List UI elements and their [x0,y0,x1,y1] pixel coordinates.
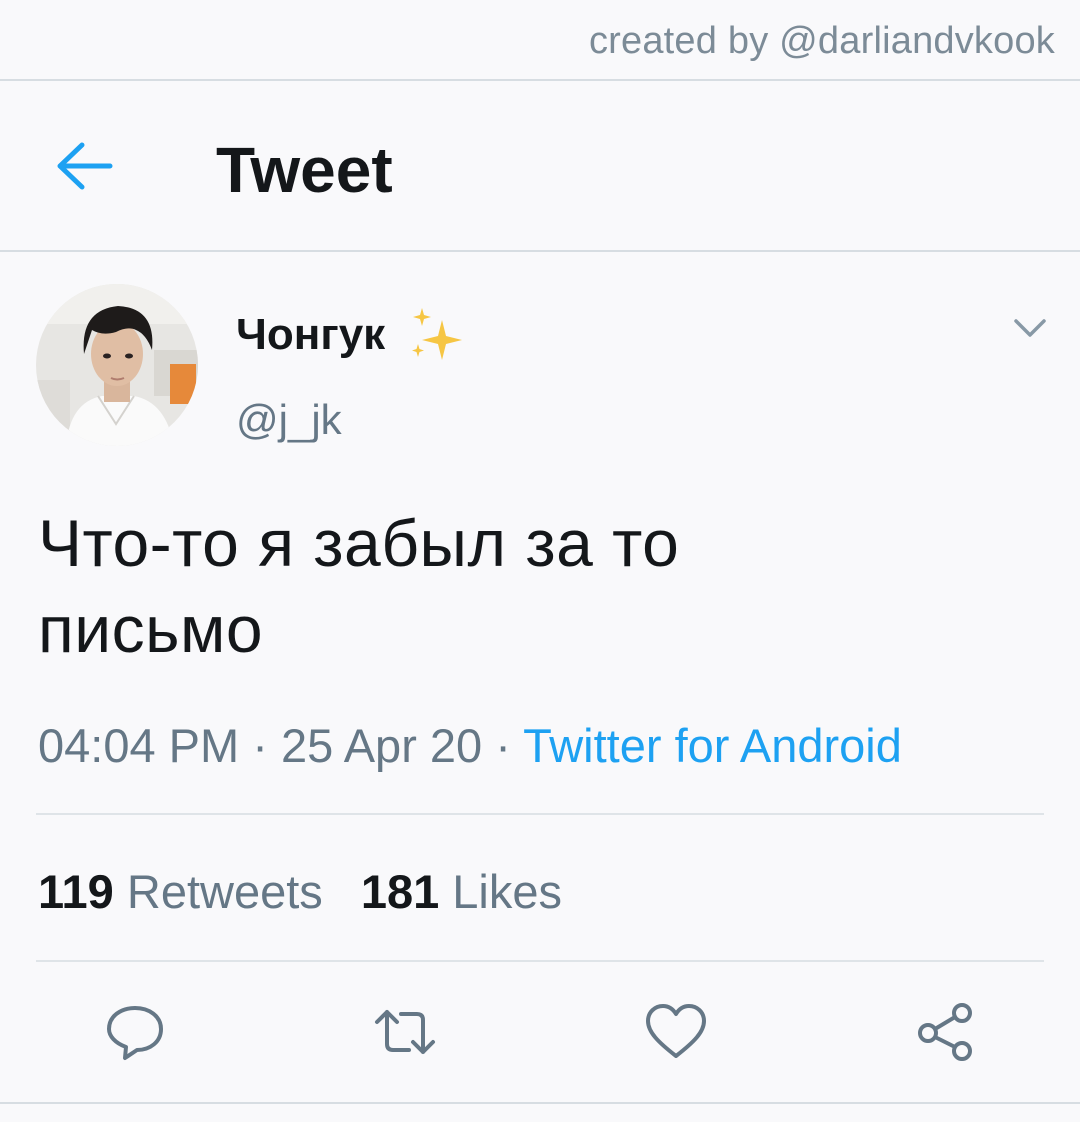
credit-bar: created by @darliandvkook [0,0,1080,81]
meta-separator: · [239,719,281,772]
reply-button[interactable] [103,1000,167,1064]
reply-icon [107,1006,163,1060]
tweet-menu-button[interactable] [1010,312,1050,344]
chevron-down-icon [1014,319,1046,337]
likes-label: Likes [452,865,563,918]
retweet-button[interactable] [373,1000,437,1064]
meta-separator: · [482,719,524,772]
divider [36,813,1044,815]
retweet-icon [375,1010,435,1054]
divider [36,960,1044,962]
share-button[interactable] [914,1000,978,1064]
back-button[interactable] [52,139,116,193]
retweets-label: Retweets [126,865,323,918]
arrow-left-icon [57,142,113,190]
retweets-stat[interactable]: 119 Retweets [38,865,323,918]
tweet-header: Tweet [0,81,1080,252]
tweet-text-line-2: письмо [38,592,264,666]
page-title: Tweet [216,134,393,206]
credit-text: created by @darliandvkook [588,20,1055,62]
likes-stat[interactable]: 181 Likes [361,865,562,918]
likes-count: 181 [360,865,440,918]
tweet-time: 04:04 PM [38,719,240,772]
avatar[interactable] [36,284,198,446]
tweet-meta: 04:04 PM · 25 Apr 20 · Twitter for Andro… [38,718,902,773]
share-icon [918,1003,972,1061]
tweet-text-line-1: Что-то я забыл за то [38,506,680,580]
retweets-count: 119 [38,865,114,918]
tweet-text: Что-то я забыл за то письмо [38,500,1038,672]
author-display-name[interactable]: Чонгук [236,310,385,360]
tweet-date: 25 Apr 20 [280,719,483,772]
sparkles-icon [406,306,468,366]
like-button[interactable] [644,1000,708,1064]
bottom-divider [0,1102,1080,1104]
tweet-stats: 119 Retweets 181 Likes [38,864,562,919]
like-icon [646,1004,706,1058]
tweet-source-link[interactable]: Twitter for Android [523,719,902,772]
author-handle[interactable]: @j_jk [236,396,342,444]
